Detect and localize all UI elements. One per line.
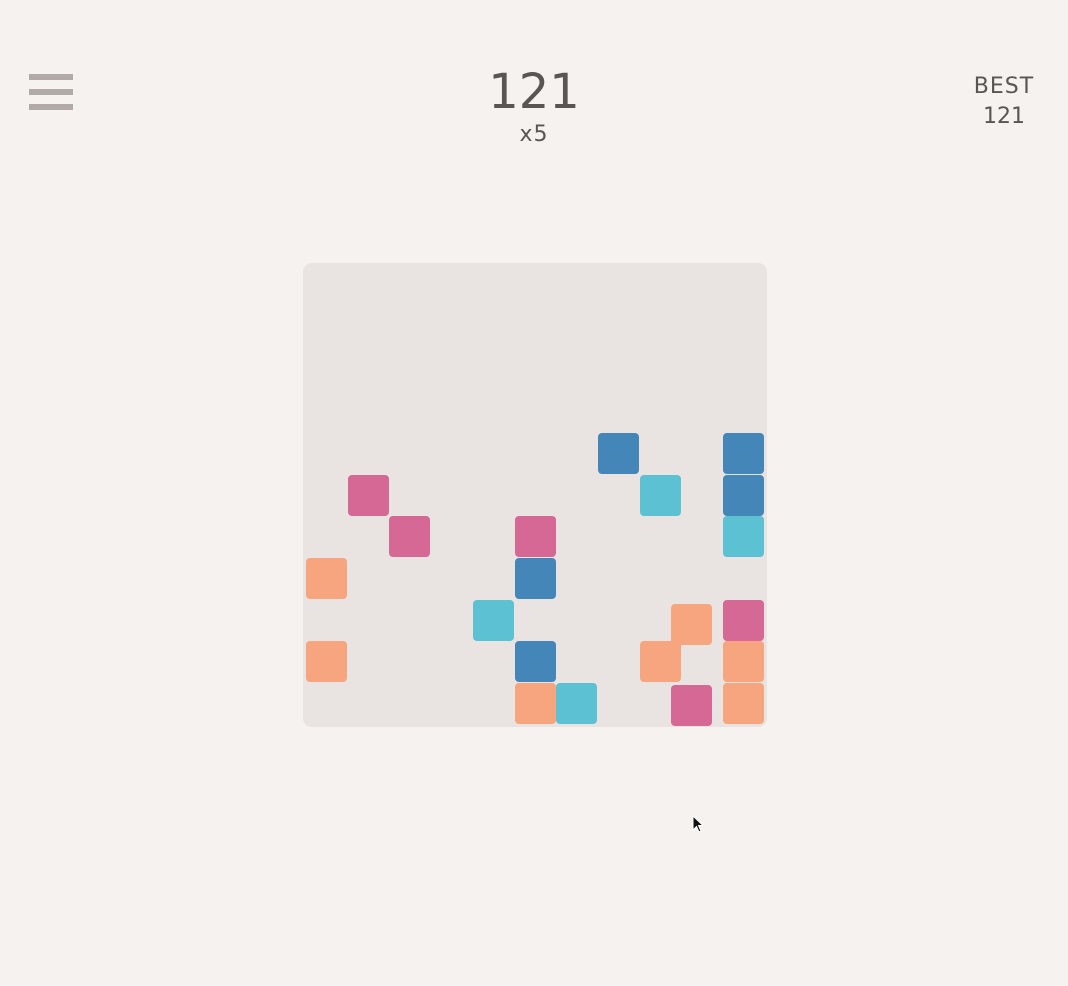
cyan-tile[interactable] [472, 599, 514, 641]
orange-tile[interactable] [306, 557, 347, 599]
score-multiplier: x5 [519, 122, 549, 147]
pink-tile[interactable] [514, 516, 556, 558]
blue-tile[interactable] [597, 432, 639, 474]
pink-tile[interactable] [670, 685, 712, 727]
blue-tile[interactable] [514, 557, 556, 599]
pink-tile[interactable] [723, 599, 764, 641]
menu-button[interactable] [29, 74, 73, 112]
hamburger-menu-icon [29, 74, 73, 80]
hamburger-menu-icon [29, 89, 73, 95]
blue-tile[interactable] [723, 432, 764, 474]
orange-tile[interactable] [670, 603, 712, 645]
cyan-tile[interactable] [556, 683, 598, 724]
pink-tile[interactable] [389, 516, 431, 558]
cyan-tile[interactable] [723, 516, 764, 558]
mouse-cursor-icon [692, 815, 704, 833]
blue-tile[interactable] [514, 641, 556, 683]
orange-tile[interactable] [723, 683, 764, 724]
best-score-label: BEST [973, 74, 1035, 99]
best-score-value: 121 [983, 104, 1025, 129]
cyan-tile[interactable] [639, 474, 681, 516]
hamburger-menu-icon [29, 104, 73, 110]
orange-tile[interactable] [306, 641, 347, 683]
score: 121 [488, 64, 580, 120]
game-board[interactable] [303, 263, 767, 727]
blue-tile[interactable] [723, 474, 764, 516]
pink-tile[interactable] [347, 474, 389, 516]
orange-tile[interactable] [639, 641, 681, 683]
orange-tile[interactable] [723, 641, 764, 683]
orange-tile[interactable] [514, 683, 556, 724]
